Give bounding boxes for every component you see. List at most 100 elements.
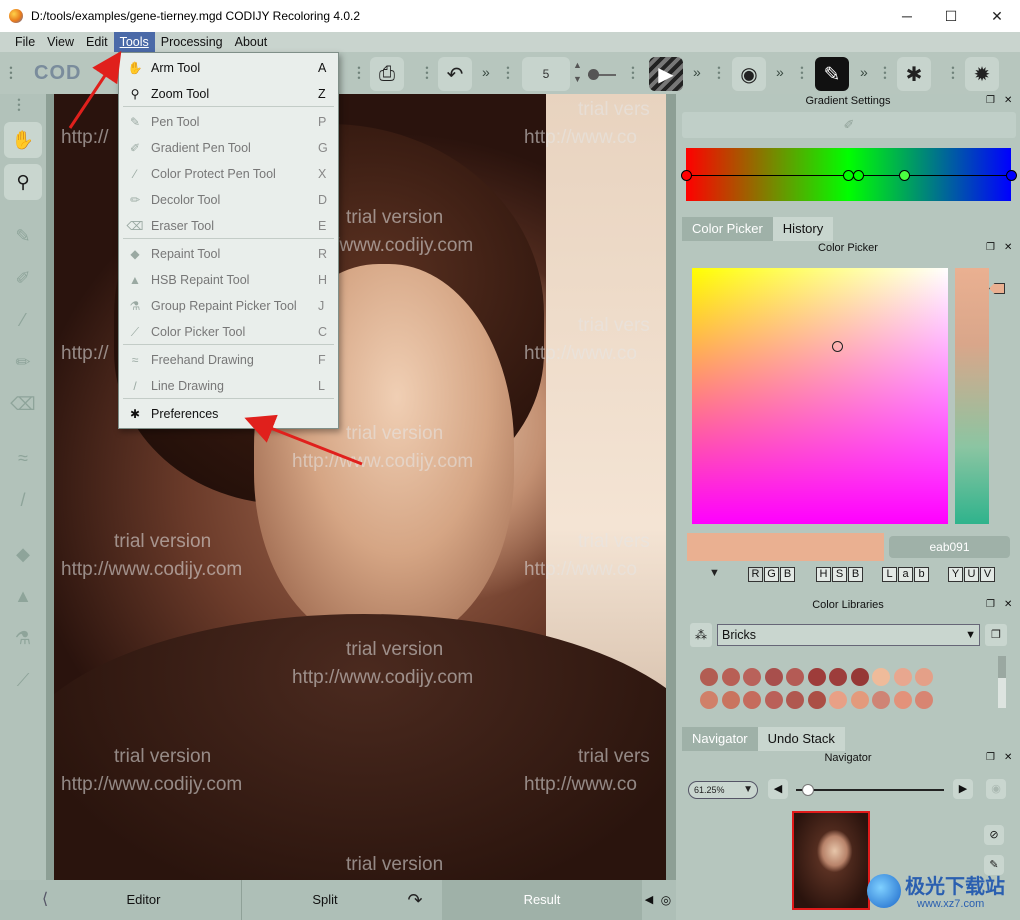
float-icon[interactable]: ❐ xyxy=(986,599,995,610)
brush-size-slider[interactable] xyxy=(588,69,616,80)
close-icon[interactable]: ✕ xyxy=(1004,752,1012,763)
menu-about[interactable]: About xyxy=(229,32,274,52)
palette-swatch[interactable] xyxy=(700,691,718,709)
palette-swatch[interactable] xyxy=(700,668,718,686)
float-icon[interactable]: ❐ xyxy=(986,95,995,106)
palette-swatch[interactable] xyxy=(893,668,912,686)
gradient-pen-icon[interactable]: ✐ xyxy=(844,117,855,132)
mode-r[interactable]: R xyxy=(748,567,763,582)
menu-processing[interactable]: Processing xyxy=(155,32,229,52)
color-picker-tool-button[interactable]: ⟋ xyxy=(4,662,42,698)
arm-tool-button[interactable]: ✋ xyxy=(4,122,42,158)
library-palette-button[interactable]: ⁂ xyxy=(690,623,712,647)
palette-swatch[interactable] xyxy=(743,668,761,686)
tools-menu-item-color-protect-pen-tool[interactable]: ⁄ Color Protect Pen Tool X xyxy=(119,161,338,187)
repaint-tool-button[interactable]: ◆ xyxy=(4,536,42,572)
view-button[interactable]: ◉ xyxy=(732,57,766,91)
tab-history[interactable]: History xyxy=(772,217,834,241)
scroll-left-icon[interactable]: ◀ xyxy=(642,880,656,920)
line-tool-button[interactable]: / xyxy=(4,482,42,518)
chevron-right-icon[interactable]: » xyxy=(482,64,490,80)
maximize-button[interactable]: ☐ xyxy=(928,0,974,32)
float-icon[interactable]: ❐ xyxy=(986,242,995,253)
chevron-right-icon[interactable]: » xyxy=(776,64,784,80)
tools-menu-item-group-repaint-picker-tool[interactable]: ⚗ Group Repaint Picker Tool J xyxy=(119,293,338,319)
palette-swatch[interactable] xyxy=(915,691,933,709)
spin-arrows-icon[interactable]: ▲ ▼ xyxy=(573,58,582,86)
palette-swatch[interactable] xyxy=(807,668,826,686)
zoom-tool-button[interactable]: ⚲ xyxy=(4,164,42,200)
library-select[interactable]: Bricks ▼ xyxy=(717,624,980,646)
palette-swatch[interactable] xyxy=(915,668,933,686)
tools-menu-item-arm-tool[interactable]: ✋ Arm Tool A xyxy=(119,55,338,81)
undo-button[interactable]: ↶ xyxy=(438,57,472,91)
mode-v[interactable]: V xyxy=(980,567,995,582)
tab-color-picker[interactable]: Color Picker xyxy=(682,217,773,241)
mode-g[interactable]: G xyxy=(764,567,779,582)
color-options-dropdown-icon[interactable]: ▼ xyxy=(709,567,720,579)
result-view-button[interactable]: Result xyxy=(442,880,642,920)
tools-menu-item-color-picker-tool[interactable]: ⟋ Color Picker Tool C xyxy=(119,319,338,345)
palette-swatch[interactable] xyxy=(786,668,804,686)
tools-menu-item-pen-tool[interactable]: ✎ Pen Tool P xyxy=(119,109,338,135)
yuv-mode-group[interactable]: YUV xyxy=(948,567,996,582)
tools-menu-item-repaint-tool[interactable]: ◆ Repaint Tool R xyxy=(119,241,338,267)
close-icon[interactable]: ✕ xyxy=(1004,95,1012,106)
palette-swatch[interactable] xyxy=(872,668,890,686)
hue-slider[interactable] xyxy=(955,268,989,524)
chevron-right-icon[interactable]: » xyxy=(693,64,701,80)
library-detach-button[interactable]: ❐ xyxy=(985,624,1007,646)
palette-swatch[interactable] xyxy=(850,668,869,686)
tools-menu-item-eraser-tool[interactable]: ⌫ Eraser Tool E xyxy=(119,213,338,239)
palette-swatch[interactable] xyxy=(721,668,740,686)
chevron-right-icon[interactable]: » xyxy=(860,64,868,80)
rgb-mode-group[interactable]: RGB xyxy=(748,567,796,582)
zoom-slider[interactable] xyxy=(796,784,944,796)
sv-cursor[interactable] xyxy=(832,341,843,352)
tools-menu-item-freehand-drawing[interactable]: ≈ Freehand Drawing F xyxy=(119,347,338,373)
gradient-stop[interactable] xyxy=(853,170,864,181)
mode-b[interactable]: B xyxy=(780,567,795,582)
zoom-slider-knob[interactable] xyxy=(802,784,814,796)
palette-scrollbar[interactable] xyxy=(998,656,1006,708)
tools-menu-item-line-drawing[interactable]: / Line Drawing L xyxy=(119,373,338,399)
pen-tool-button[interactable]: ✎ xyxy=(4,218,42,254)
saturation-value-field[interactable] xyxy=(692,268,948,524)
split-view-button[interactable]: Split xyxy=(242,880,408,920)
palette-swatch[interactable] xyxy=(829,668,847,686)
mode-u[interactable]: U xyxy=(964,567,979,582)
tools-menu-item-decolor-tool[interactable]: ✏ Decolor Tool D xyxy=(119,187,338,213)
gradient-stop[interactable] xyxy=(899,170,910,181)
mode-l[interactable]: L xyxy=(882,567,897,582)
close-icon[interactable]: ✕ xyxy=(1004,599,1012,610)
palette-swatch[interactable] xyxy=(743,691,761,709)
gradient-pen-tool-button[interactable]: ✐ xyxy=(4,260,42,296)
close-button[interactable]: ✕ xyxy=(974,0,1020,32)
debug-button[interactable]: ✹ xyxy=(965,57,999,91)
menu-tools[interactable]: Tools xyxy=(113,32,155,52)
palette-swatch[interactable] xyxy=(807,691,826,709)
freehand-tool-button[interactable]: ≈ xyxy=(4,440,42,476)
palette-swatch[interactable] xyxy=(764,668,783,686)
mode-s[interactable]: S xyxy=(832,567,847,582)
target-icon[interactable]: ◎ xyxy=(656,880,676,920)
tools-menu-item-zoom-tool[interactable]: ⚲ Zoom Tool Z xyxy=(119,81,338,107)
mode-h[interactable]: H xyxy=(816,567,831,582)
palette-swatch[interactable] xyxy=(872,691,890,709)
palette-swatch[interactable] xyxy=(829,691,847,709)
protect-pen-tool-button[interactable]: ⁄ xyxy=(4,302,42,338)
tab-undo-stack[interactable]: Undo Stack xyxy=(757,727,845,751)
gradient-stop[interactable] xyxy=(1006,170,1017,181)
pen-mode-button[interactable]: ✎ xyxy=(815,57,849,91)
palette-swatch[interactable] xyxy=(721,691,740,709)
brush-size-input[interactable]: 5 xyxy=(522,57,570,91)
tools-menu-item-hsb-repaint-tool[interactable]: ▲ HSB Repaint Tool H xyxy=(119,267,338,293)
palette-swatch[interactable] xyxy=(893,691,912,709)
navigator-thumbnail[interactable] xyxy=(792,811,870,910)
menu-view[interactable]: View xyxy=(41,32,80,52)
zoom-select[interactable]: 61.25% ▼ xyxy=(688,781,758,799)
scroll-thumb[interactable] xyxy=(998,656,1006,678)
tab-navigator[interactable]: Navigator xyxy=(682,727,758,751)
mode-a[interactable]: a xyxy=(898,567,913,582)
editor-view-button[interactable]: Editor xyxy=(46,880,242,920)
